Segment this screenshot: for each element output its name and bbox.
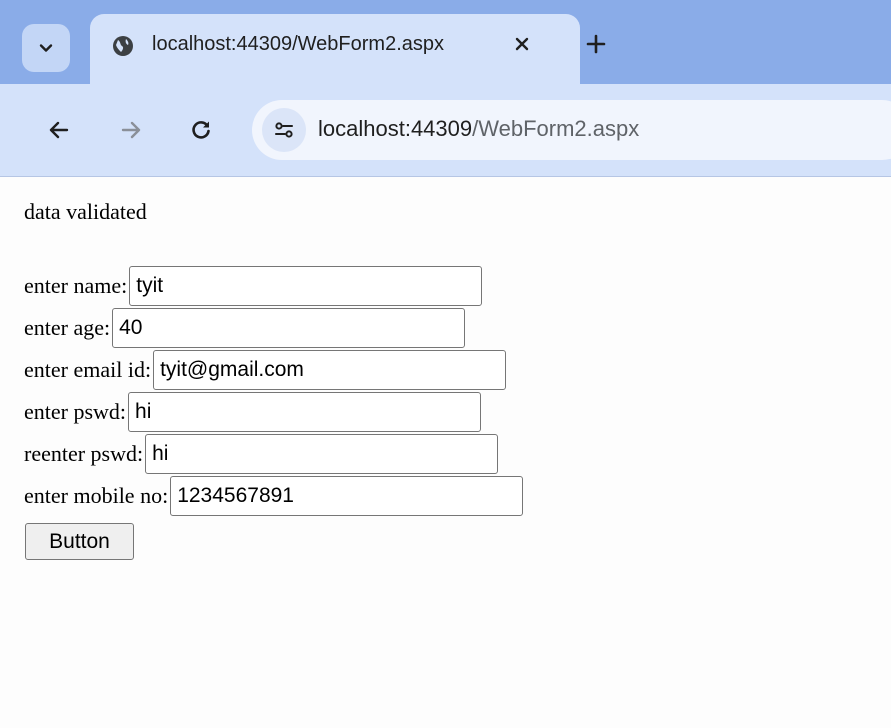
site-info-button[interactable] [262, 108, 306, 152]
age-row: enter age: [24, 308, 466, 348]
arrow-right-icon [121, 121, 141, 139]
name-input[interactable] [129, 266, 483, 306]
arrow-left-icon [49, 121, 69, 139]
mobile-label: enter mobile no: [24, 483, 169, 508]
forward-button[interactable] [112, 111, 150, 149]
new-tab-button[interactable] [578, 26, 614, 62]
close-icon [515, 37, 529, 51]
url-text: localhost:44309/WebForm2.aspx [318, 116, 639, 142]
age-input[interactable] [112, 308, 466, 348]
email-label: enter email id: [24, 357, 152, 382]
reload-icon [192, 121, 210, 139]
mobile-row: enter mobile no: [24, 476, 524, 516]
chevron-down-icon [39, 44, 53, 52]
reenter-pswd-input[interactable] [145, 434, 499, 474]
submit-button[interactable]: Button [25, 523, 134, 560]
url-path: /WebForm2.aspx [472, 116, 640, 141]
validation-status: data validated [24, 199, 147, 224]
pswd-row: enter pswd: [24, 392, 482, 432]
globe-icon [113, 36, 133, 56]
tune-icon [275, 122, 293, 138]
tab-search-button[interactable] [22, 24, 70, 72]
browser-toolbar: localhost:44309/WebForm2.aspx [0, 84, 891, 177]
mobile-input[interactable] [170, 476, 524, 516]
name-label: enter name: [24, 273, 128, 298]
email-row: enter email id: [24, 350, 507, 390]
tab-close-button[interactable] [508, 30, 536, 58]
pswd-label: enter pswd: [24, 399, 127, 424]
page-content: data validated enter name: enter age: en… [0, 177, 891, 728]
url-host: localhost:44309 [318, 116, 473, 141]
pswd-input[interactable] [128, 392, 482, 432]
email-input[interactable] [153, 350, 507, 390]
address-bar[interactable]: localhost:44309/WebForm2.aspx [252, 100, 891, 160]
plus-icon [586, 34, 606, 54]
reenter-pswd-label: reenter pswd: [24, 441, 144, 466]
active-tab[interactable]: localhost:44309/WebForm2.aspx [90, 14, 580, 86]
reenter-pswd-row: reenter pswd: [24, 434, 499, 474]
age-label: enter age: [24, 315, 111, 340]
reload-button[interactable] [182, 111, 220, 149]
tab-strip: localhost:44309/WebForm2.aspx [0, 0, 891, 86]
name-row: enter name: [24, 266, 483, 306]
back-button[interactable] [40, 111, 78, 149]
tab-title: localhost:44309/WebForm2.aspx [152, 33, 445, 55]
